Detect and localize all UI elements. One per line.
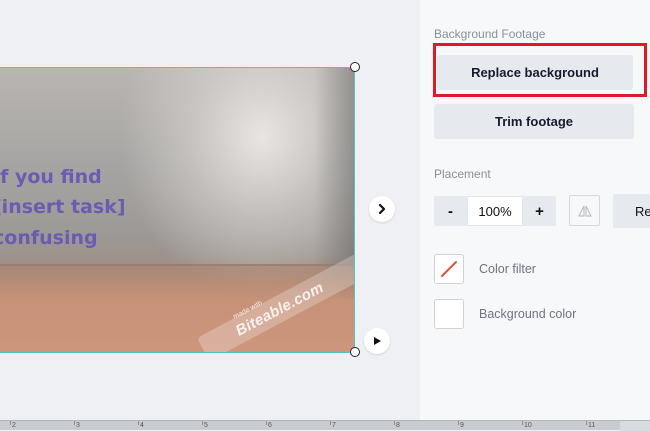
chevron-right-icon: [378, 203, 386, 215]
overlay-text-line-2[interactable]: [insert task]: [0, 196, 126, 218]
ruler-label: 3: [76, 422, 80, 429]
ruler-tick: [266, 421, 267, 425]
timeline-ruler[interactable]: 2 3 4 5 6 7 8 9 10 11: [0, 420, 650, 431]
ruler-label: 6: [268, 422, 272, 429]
replace-background-highlight: [433, 43, 647, 97]
canvas-area: If you find [insert task] confusing made…: [0, 0, 420, 420]
ruler-label: 8: [396, 422, 400, 429]
resize-handle-top-right[interactable]: [350, 62, 360, 72]
play-button[interactable]: [364, 328, 390, 354]
ruler-label: 4: [140, 422, 144, 429]
next-scene-button[interactable]: [369, 196, 395, 222]
resize-handle-bottom-right[interactable]: [350, 347, 360, 357]
ruler-label: 10: [524, 422, 532, 429]
ruler-tick: [10, 421, 11, 425]
ruler-label: 11: [588, 422, 596, 429]
ruler-label: 7: [332, 422, 336, 429]
ruler-tick: [138, 421, 139, 425]
ruler-tick: [202, 421, 203, 425]
color-filter-label: Color filter: [479, 262, 536, 276]
overlay-text-line-1[interactable]: If you find: [0, 166, 102, 188]
table-edge-line: [0, 264, 354, 266]
ruler-tick: [458, 421, 459, 425]
ruler-tick: [330, 421, 331, 425]
color-filter-swatch[interactable]: [434, 254, 464, 284]
zoom-value-field[interactable]: 100%: [467, 196, 523, 226]
ruler-label: 9: [460, 422, 464, 429]
zoom-decrease-button[interactable]: -: [434, 196, 467, 226]
ruler-tick: [522, 421, 523, 425]
background-footage-label: Background Footage: [434, 27, 546, 41]
background-color-label: Background color: [479, 307, 577, 321]
placement-label: Placement: [434, 167, 491, 181]
ruler-tick: [586, 421, 587, 425]
zoom-increase-button[interactable]: +: [523, 196, 556, 226]
properties-panel: Background Footage Replace background Tr…: [420, 0, 650, 420]
flip-horizontal-button[interactable]: [569, 195, 600, 226]
flip-horizontal-icon: [577, 205, 592, 216]
reset-button[interactable]: Re: [613, 194, 650, 228]
play-icon: [374, 337, 381, 345]
ruler-label: 5: [204, 422, 208, 429]
background-color-swatch[interactable]: [434, 299, 464, 329]
trim-footage-button[interactable]: Trim footage: [434, 104, 634, 139]
ruler-label: 2: [12, 422, 16, 429]
overlay-text-line-3[interactable]: confusing: [0, 227, 98, 249]
video-frame[interactable]: If you find [insert task] confusing made…: [0, 67, 355, 353]
ruler-tick: [394, 421, 395, 425]
ruler-tick: [74, 421, 75, 425]
no-filter-icon: [441, 261, 457, 277]
